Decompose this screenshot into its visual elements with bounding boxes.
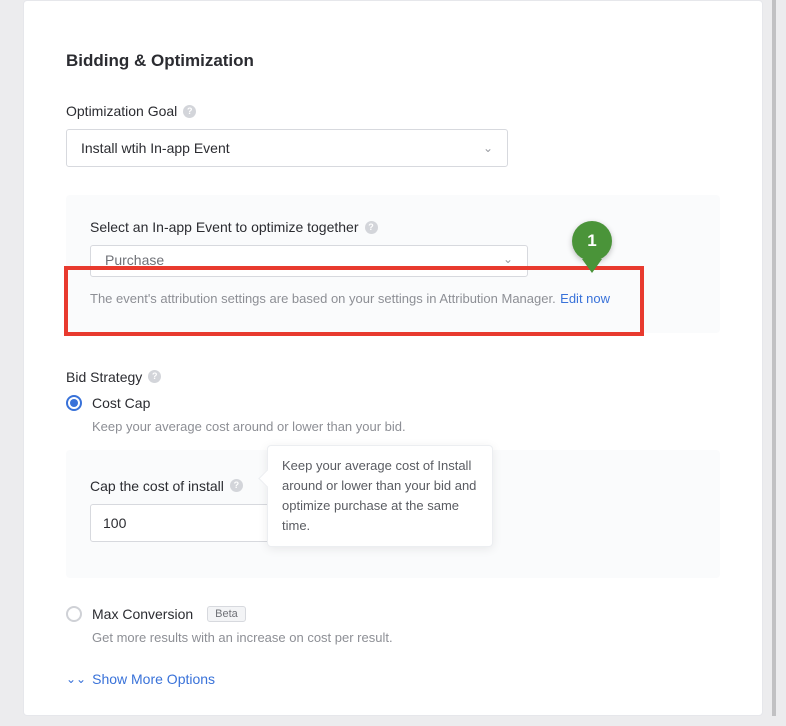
max-conversion-radio[interactable]: Max Conversion Beta: [66, 606, 720, 622]
optimization-goal-field: Optimization Goal ? Install wtih In-app …: [66, 103, 720, 167]
chevron-down-icon: ⌄: [483, 141, 493, 155]
cost-cap-tooltip: Keep your average cost of Install around…: [267, 445, 493, 548]
beta-badge: Beta: [207, 606, 246, 622]
cost-cap-desc: Keep your average cost around or lower t…: [92, 419, 720, 434]
radio-checked-icon: [66, 395, 82, 411]
max-conversion-label: Max Conversion: [92, 606, 193, 622]
optimization-goal-label: Optimization Goal ?: [66, 103, 720, 119]
optimization-goal-select[interactable]: Install wtih In-app Event ⌄: [66, 129, 508, 167]
callout-pin-1: 1: [572, 221, 612, 261]
cost-cap-label: Cost Cap: [92, 395, 150, 411]
chevron-down-icon: ⌄: [503, 252, 513, 266]
bidding-optimization-card: Bidding & Optimization Optimization Goal…: [23, 0, 763, 716]
in-app-event-select[interactable]: Purchase ⌄: [90, 245, 528, 277]
in-app-event-value: Purchase: [105, 252, 164, 268]
max-conversion-option: Max Conversion Beta Get more results wit…: [66, 606, 720, 645]
attribution-helper-text: The event's attribution settings are bas…: [90, 291, 556, 306]
help-icon[interactable]: ?: [365, 221, 378, 234]
bid-strategy-section: Bid Strategy ? Cost Cap Keep your averag…: [66, 369, 720, 687]
edit-now-link[interactable]: Edit now: [560, 291, 610, 306]
optimization-goal-value: Install wtih In-app Event: [81, 140, 230, 156]
help-icon[interactable]: ?: [230, 479, 243, 492]
cost-cap-radio[interactable]: Cost Cap: [66, 395, 720, 411]
in-app-event-panel: Select an In-app Event to optimize toget…: [66, 195, 720, 333]
cost-cap-panel: Cap the cost of install ? USD/install Ke…: [66, 450, 720, 578]
cost-cap-input[interactable]: [90, 504, 290, 542]
radio-unchecked-icon: [66, 606, 82, 622]
double-chevron-down-icon: ⌄⌄: [66, 672, 86, 686]
bid-strategy-label: Bid Strategy ?: [66, 369, 720, 385]
card-shadow: [772, 0, 776, 716]
show-more-options-link[interactable]: ⌄⌄ Show More Options: [66, 671, 720, 687]
section-title: Bidding & Optimization: [66, 51, 720, 71]
help-icon[interactable]: ?: [183, 105, 196, 118]
max-conversion-desc: Get more results with an increase on cos…: [92, 630, 720, 645]
help-icon[interactable]: ?: [148, 370, 161, 383]
